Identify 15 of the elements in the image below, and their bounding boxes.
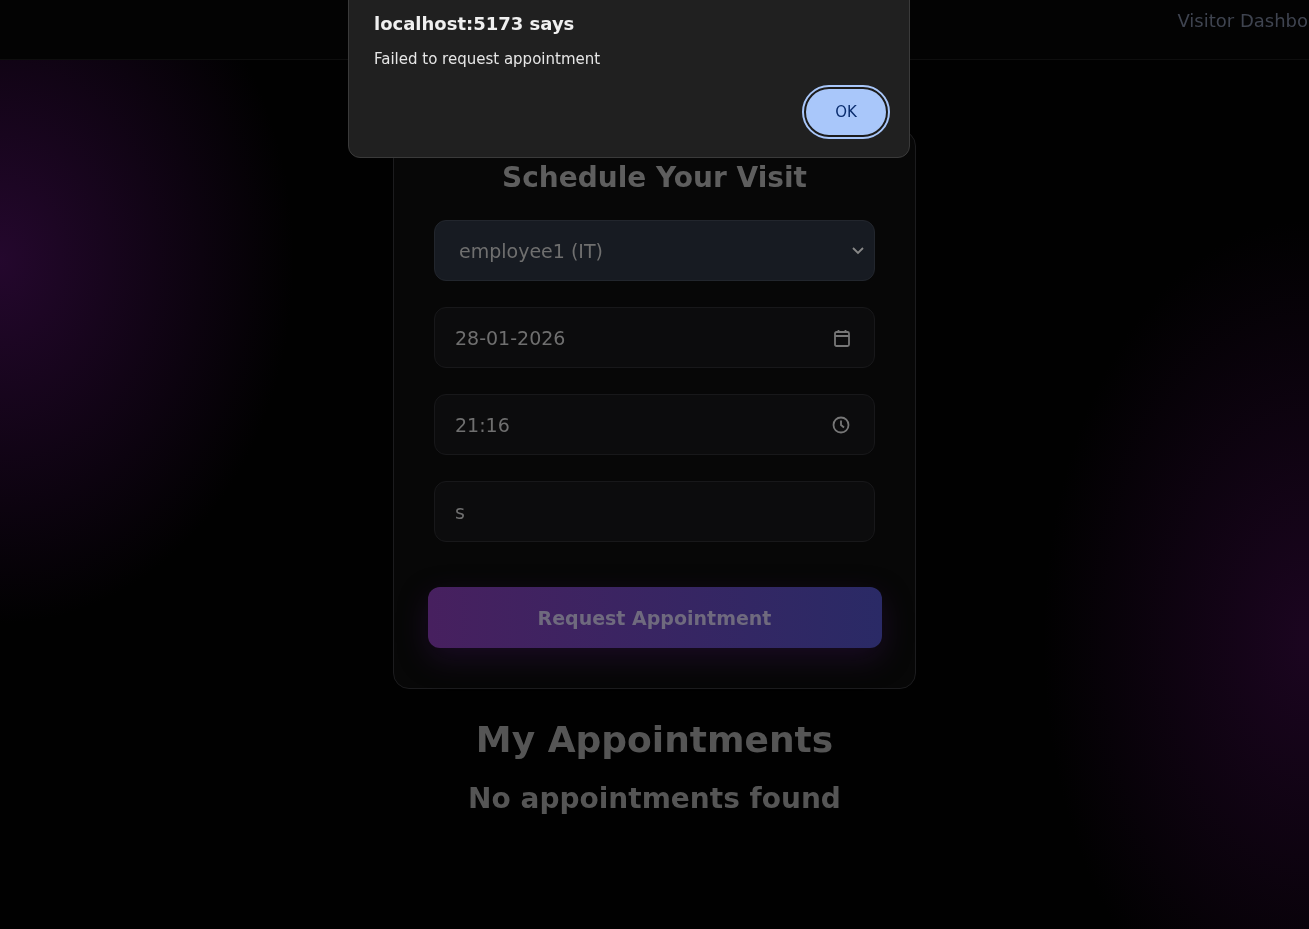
- text-field[interactable]: s: [434, 481, 875, 542]
- request-appointment-button[interactable]: Request Appointment: [427, 587, 882, 648]
- nav-title[interactable]: Visitor Dashbo: [1177, 10, 1308, 31]
- employee-select[interactable]: employee1 (IT): [434, 220, 875, 281]
- dialog-title: localhost:5173 says: [374, 13, 576, 34]
- time-field[interactable]: 21:16: [434, 394, 875, 455]
- chevron-down-icon: [852, 246, 864, 255]
- date-field[interactable]: 28-01-2026: [434, 307, 875, 368]
- dialog-message: Failed to request appointment: [374, 50, 602, 68]
- calendar-icon[interactable]: [834, 328, 850, 347]
- appointments-heading: My Appointments: [475, 719, 834, 760]
- form-title: Schedule Your Visit: [502, 161, 807, 194]
- clock-icon[interactable]: [832, 415, 850, 434]
- empty-message: No appointments found: [468, 782, 841, 815]
- ok-button[interactable]: OK: [804, 87, 888, 137]
